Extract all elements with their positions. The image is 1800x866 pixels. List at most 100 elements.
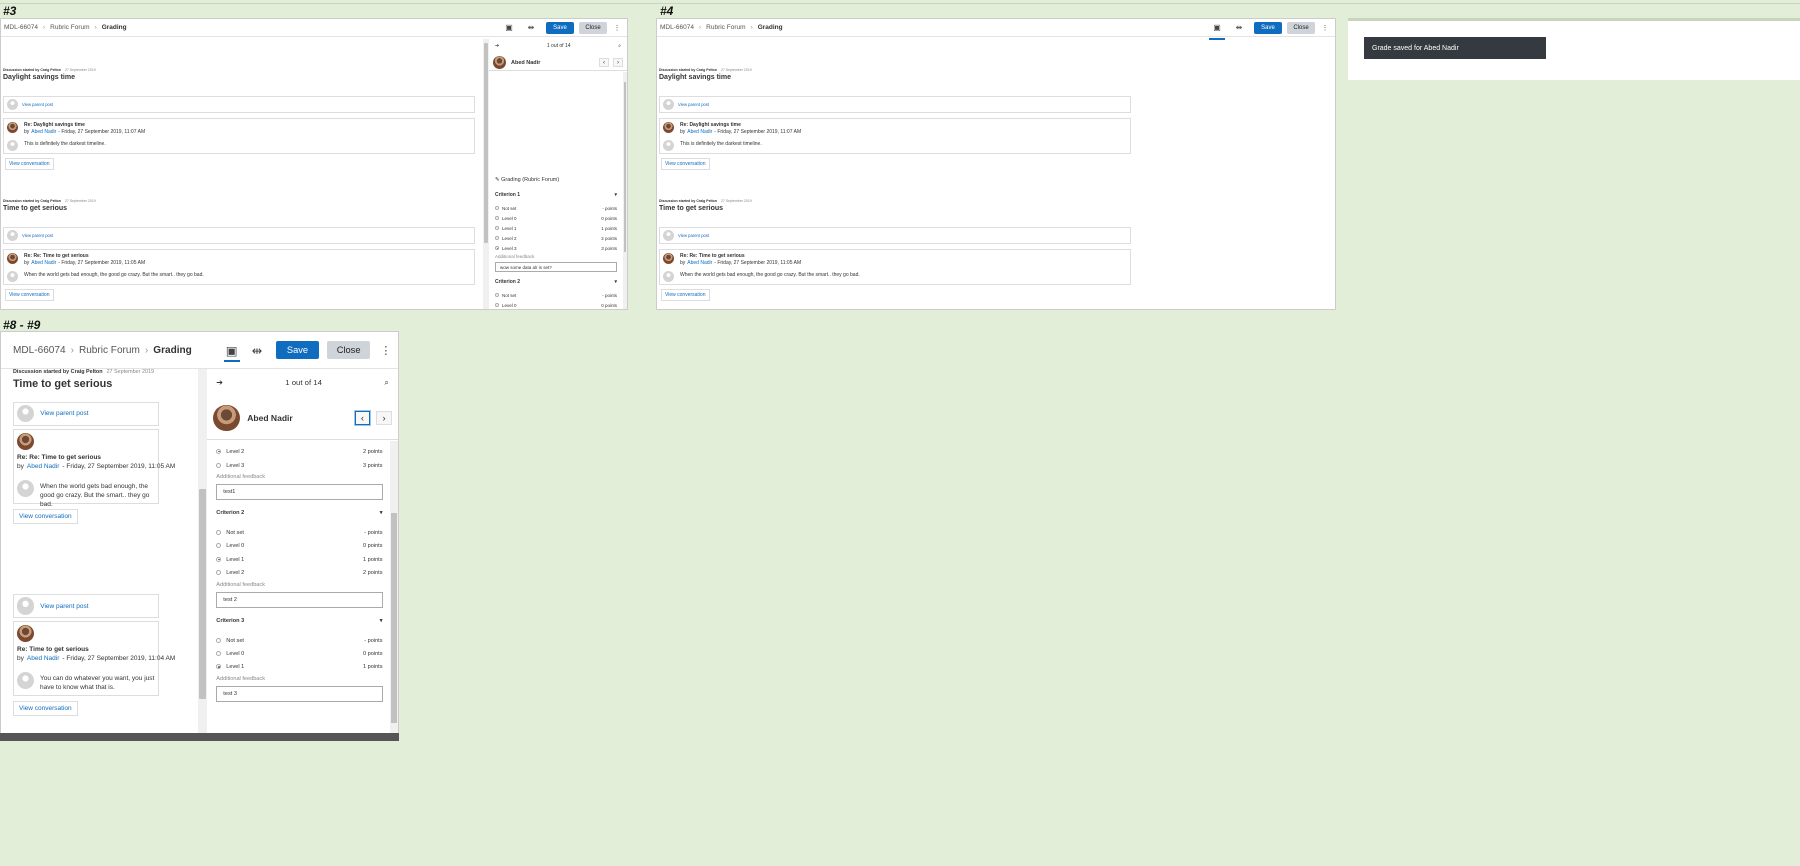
view-parent-post-link[interactable]: View parent post bbox=[678, 102, 709, 107]
radio-button[interactable] bbox=[216, 651, 222, 657]
previous-user-button[interactable]: ‹ bbox=[354, 411, 371, 426]
level-option[interactable]: Level 0 0 points bbox=[216, 540, 383, 553]
level-name: Level 3 bbox=[502, 245, 517, 251]
feedback-input[interactable]: test 3 bbox=[216, 686, 383, 703]
rubric-scrollbar[interactable] bbox=[623, 72, 627, 309]
view-expand-icon[interactable]: ⇹ bbox=[1231, 21, 1247, 35]
view-parent-post-link[interactable]: View parent post bbox=[678, 233, 709, 238]
chevron-down-icon[interactable]: ▾ bbox=[614, 192, 617, 198]
view-collapse-icon[interactable]: ▣ bbox=[1209, 21, 1225, 40]
more-options-icon[interactable]: ⋮ bbox=[613, 24, 621, 32]
level-label: Level 2 bbox=[216, 449, 244, 455]
breadcrumb-course[interactable]: MDL-66074 bbox=[660, 24, 694, 31]
scroll-thumb[interactable] bbox=[391, 513, 397, 724]
level-option[interactable]: Not set - points bbox=[216, 526, 383, 539]
breadcrumb-forum[interactable]: Rubric Forum bbox=[706, 24, 745, 31]
breadcrumb-forum[interactable]: Rubric Forum bbox=[79, 345, 140, 356]
criterion-name: Criterion 1 bbox=[495, 192, 521, 198]
radio-button[interactable] bbox=[495, 226, 499, 231]
author-link[interactable]: Abed Nadir bbox=[687, 260, 712, 266]
more-options-icon[interactable]: ⋮ bbox=[1321, 24, 1329, 32]
search-icon[interactable]: ⌕ bbox=[618, 43, 621, 49]
breadcrumb-current: Grading bbox=[153, 344, 192, 356]
breadcrumb-course[interactable]: MDL-66074 bbox=[13, 345, 66, 356]
save-button[interactable]: Save bbox=[1254, 21, 1282, 34]
feedback-input[interactable]: test 2 bbox=[216, 591, 383, 608]
previous-user-button[interactable]: ‹ bbox=[599, 58, 609, 67]
scroll-thumb[interactable] bbox=[198, 489, 206, 699]
close-button[interactable]: Close bbox=[326, 340, 371, 360]
level-option[interactable]: Level 3 3 points bbox=[495, 243, 617, 253]
radio-button[interactable] bbox=[495, 303, 499, 308]
rubric-scrollbar[interactable] bbox=[390, 441, 398, 739]
next-user-button[interactable]: › bbox=[613, 58, 623, 67]
level-option[interactable]: Level 0 0 points bbox=[216, 647, 383, 660]
chevron-down-icon[interactable]: ▾ bbox=[380, 618, 383, 624]
level-option[interactable]: Level 2 2 points bbox=[216, 566, 383, 579]
scroll-thumb[interactable] bbox=[624, 82, 626, 252]
author-link[interactable]: Abed Nadir bbox=[31, 129, 56, 135]
scroll-thumb[interactable] bbox=[484, 43, 488, 243]
author-link[interactable]: Abed Nadir bbox=[687, 129, 712, 135]
more-options-icon[interactable]: ⋮ bbox=[380, 344, 392, 357]
level-option[interactable]: Level 0 0 points bbox=[495, 213, 617, 223]
view-conversation-button[interactable]: View conversation bbox=[661, 158, 710, 170]
view-conversation-button[interactable]: View conversation bbox=[13, 701, 78, 716]
level-option[interactable]: Level 1 1 points bbox=[216, 553, 383, 566]
level-option[interactable]: Not set - points bbox=[216, 634, 383, 647]
view-expand-icon[interactable]: ⇹ bbox=[523, 21, 539, 35]
close-button[interactable]: Close bbox=[1287, 21, 1315, 34]
radio-button[interactable] bbox=[216, 530, 222, 536]
level-option[interactable]: Level 3 3 points bbox=[216, 459, 383, 472]
feedback-input[interactable]: wow some data alr is set? bbox=[495, 262, 617, 272]
radio-button[interactable] bbox=[495, 206, 499, 211]
feedback-input[interactable]: test1 bbox=[216, 484, 383, 501]
radio-button[interactable] bbox=[495, 216, 499, 221]
breadcrumb-forum[interactable]: Rubric Forum bbox=[50, 24, 89, 31]
view-conversation-button[interactable]: View conversation bbox=[13, 508, 78, 524]
view-expand-icon[interactable]: ⇹ bbox=[249, 343, 265, 358]
level-option[interactable]: Level 0 0 points bbox=[495, 300, 617, 309]
level-option[interactable]: Level 1 1 points bbox=[495, 223, 617, 233]
author-link[interactable]: Abed Nadir bbox=[27, 463, 60, 470]
level-option[interactable]: Level 1 1 points bbox=[216, 661, 383, 674]
view-collapse-icon[interactable]: ▣ bbox=[501, 21, 517, 40]
breadcrumb-course[interactable]: MDL-66074 bbox=[4, 24, 38, 31]
close-button[interactable]: Close bbox=[579, 21, 607, 34]
radio-button[interactable] bbox=[216, 637, 222, 643]
save-button[interactable]: Save bbox=[275, 340, 320, 360]
view-conversation-button[interactable]: View conversation bbox=[5, 289, 54, 301]
avatar bbox=[17, 625, 35, 643]
view-conversation-button[interactable]: View conversation bbox=[5, 158, 54, 170]
view-collapse-icon[interactable]: ▣ bbox=[223, 343, 240, 362]
view-parent-post-link[interactable]: View parent post bbox=[40, 410, 88, 417]
radio-button[interactable] bbox=[216, 664, 222, 670]
save-button[interactable]: Save bbox=[546, 21, 574, 34]
radio-button[interactable] bbox=[216, 556, 222, 562]
view-conversation-button[interactable]: View conversation bbox=[661, 289, 710, 301]
view-parent-post-link[interactable]: View parent post bbox=[22, 233, 53, 238]
left-scrollbar[interactable] bbox=[197, 369, 207, 739]
author-link[interactable]: Abed Nadir bbox=[27, 655, 60, 662]
next-user-button[interactable]: › bbox=[376, 411, 392, 426]
search-icon[interactable]: ⌕ bbox=[384, 378, 388, 388]
radio-button[interactable] bbox=[216, 543, 222, 549]
level-option[interactable]: Not set - points bbox=[495, 290, 617, 300]
collapse-arrow-icon[interactable]: ➔ bbox=[495, 43, 499, 49]
radio-button[interactable] bbox=[216, 449, 222, 455]
radio-button[interactable] bbox=[216, 462, 222, 468]
level-option[interactable]: Level 2 2 points bbox=[216, 445, 383, 458]
chevron-down-icon[interactable]: ▾ bbox=[614, 279, 617, 285]
radio-button[interactable] bbox=[495, 236, 499, 241]
radio-button[interactable] bbox=[216, 570, 222, 576]
reply-body: When the world gets bad enough, the good… bbox=[40, 482, 150, 508]
author-link[interactable]: Abed Nadir bbox=[31, 260, 56, 266]
radio-button[interactable] bbox=[495, 246, 499, 251]
level-option[interactable]: Level 2 2 points bbox=[495, 233, 617, 243]
view-parent-post-link[interactable]: View parent post bbox=[40, 603, 88, 610]
radio-button[interactable] bbox=[495, 293, 499, 298]
collapse-arrow-icon[interactable]: ➔ bbox=[216, 378, 223, 387]
level-option[interactable]: Not set - points bbox=[495, 203, 617, 213]
chevron-down-icon[interactable]: ▾ bbox=[380, 510, 383, 516]
view-parent-post-link[interactable]: View parent post bbox=[22, 102, 53, 107]
